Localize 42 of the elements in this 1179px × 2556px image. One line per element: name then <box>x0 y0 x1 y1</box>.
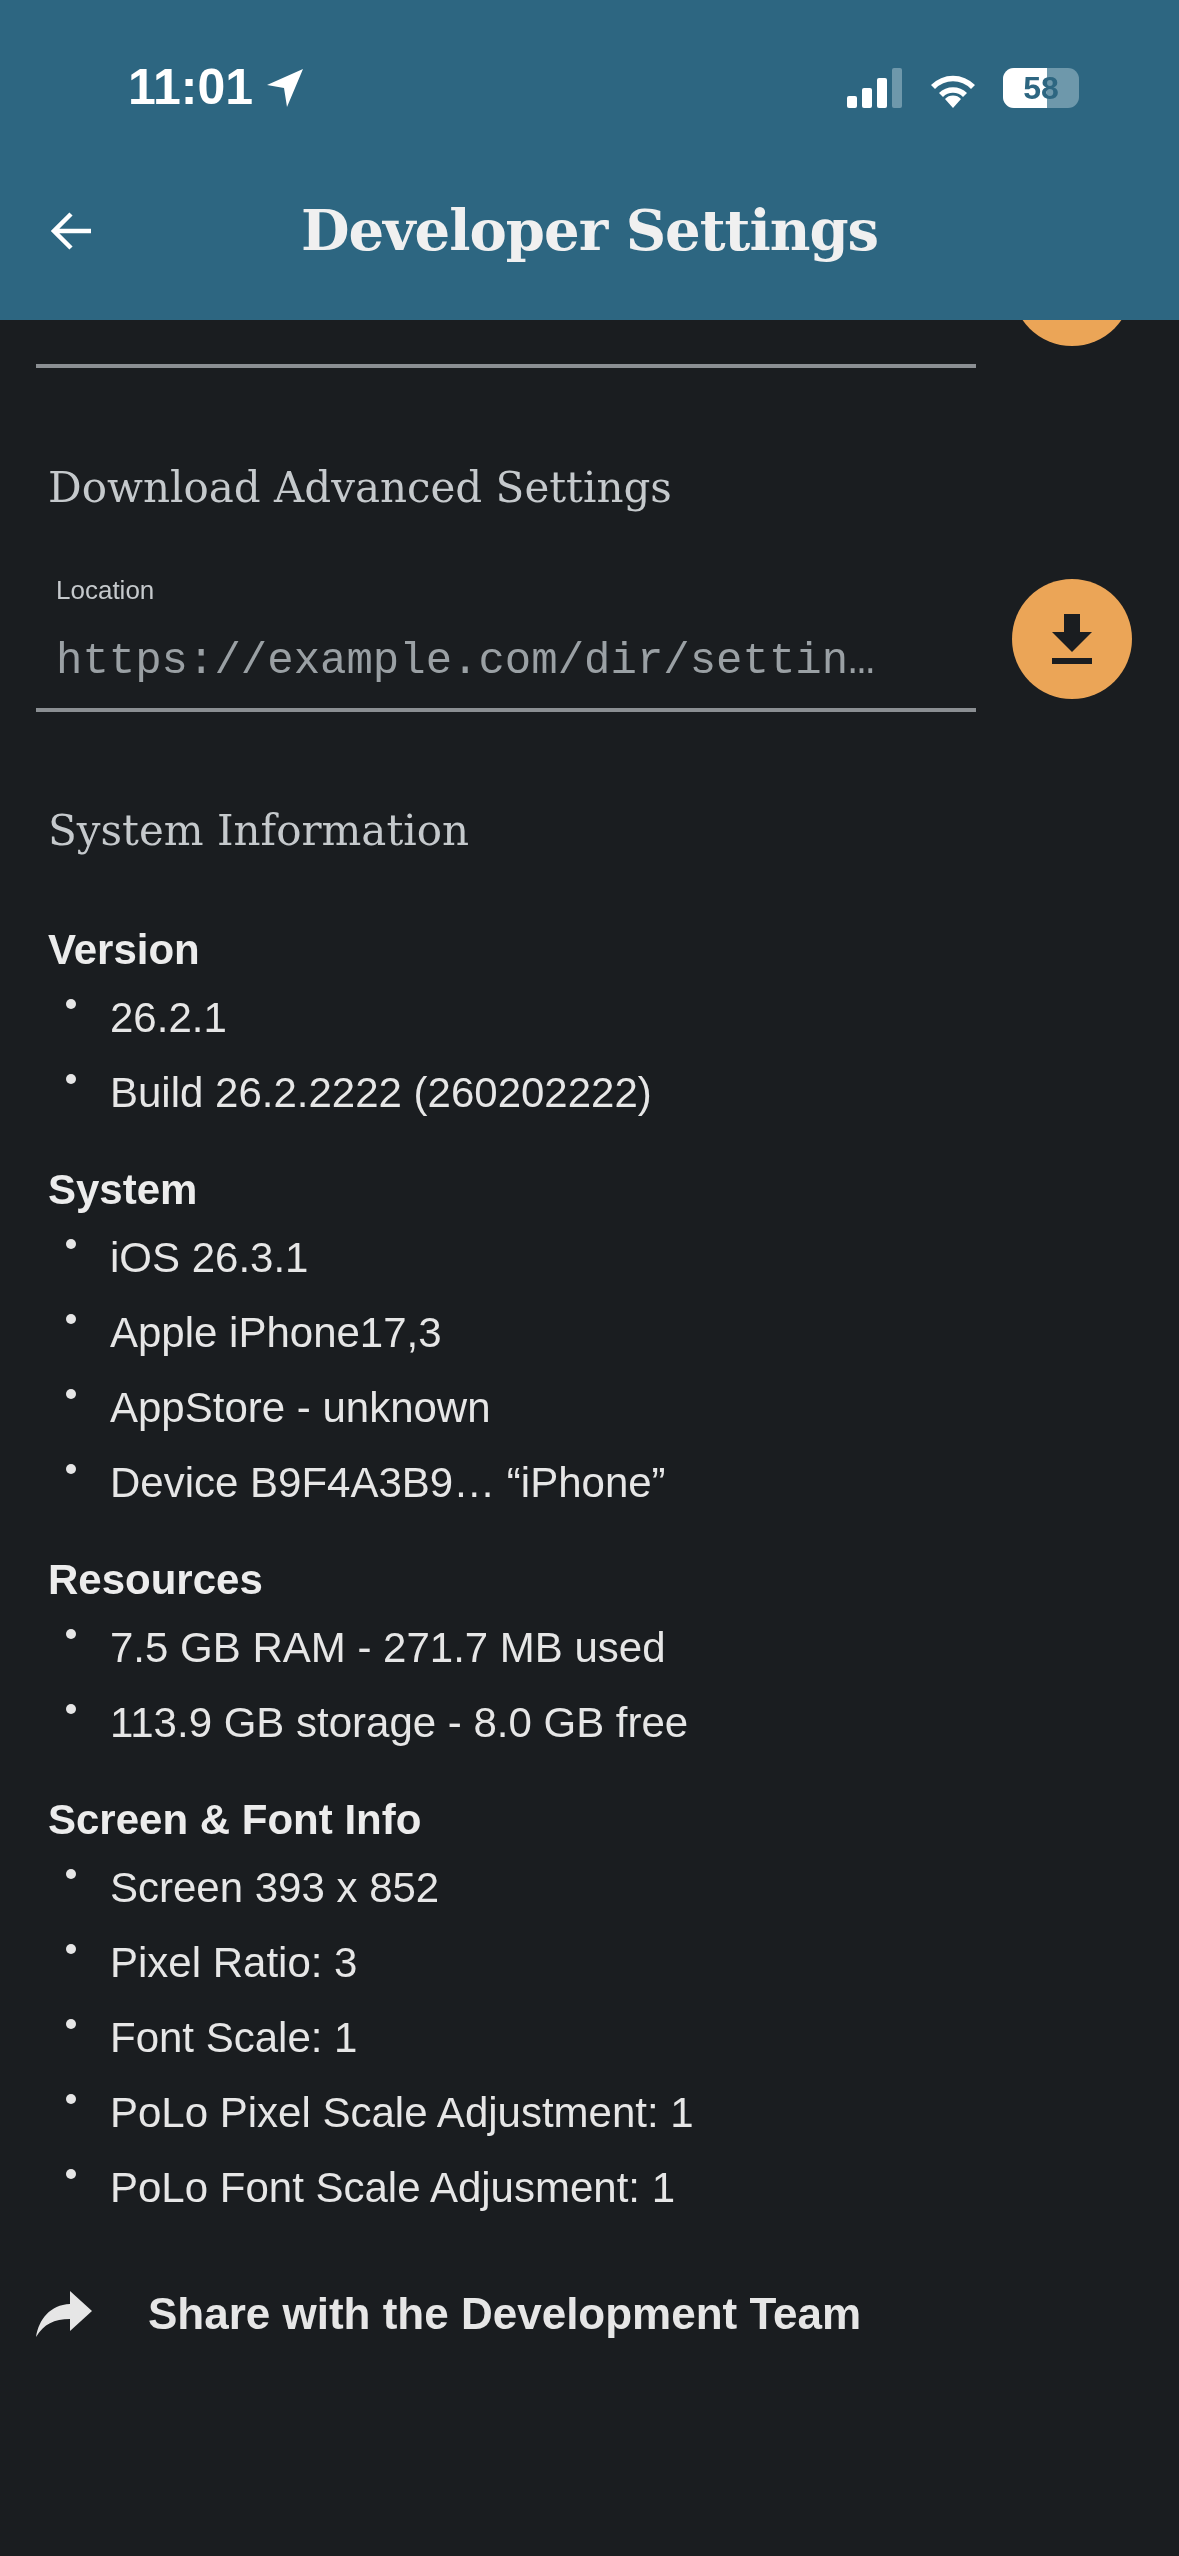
info-item: Device B9F4A3B9… “iPhone” <box>110 1458 666 1508</box>
location-field[interactable]: https://example.com/dir/settin… <box>56 628 956 694</box>
share-arrow-icon <box>36 2291 92 2337</box>
bullet-icon <box>66 1464 76 1474</box>
info-item: PoLo Pixel Scale Adjustment: 1 <box>110 2088 694 2138</box>
info-item: 7.5 GB RAM - 271.7 MB used <box>110 1623 666 1673</box>
bullet-icon <box>66 2169 76 2179</box>
page-title: Developer Settings <box>300 196 879 265</box>
bullet-icon <box>66 1239 76 1249</box>
info-item: Screen 393 x 852 <box>110 1863 440 1913</box>
bullet-icon <box>66 1074 76 1084</box>
group-heading: Screen & Font Info <box>48 1795 423 1845</box>
bullet-icon <box>66 999 76 1009</box>
info-item: iOS 26.3.1 <box>110 1233 309 1283</box>
status-time: 11:01 <box>128 58 254 117</box>
info-item: Font Scale: 1 <box>110 2013 358 2063</box>
info-item: Pixel Ratio: 3 <box>110 1938 358 1988</box>
info-item: 26.2.1 <box>110 993 227 1043</box>
bullet-icon <box>66 1629 76 1639</box>
location-arrow-icon <box>265 66 306 109</box>
group-heading: Resources <box>48 1555 264 1605</box>
bullet-icon <box>66 2019 76 2029</box>
bullet-icon <box>66 1314 76 1324</box>
section-heading: System Information <box>47 805 471 857</box>
download-icon <box>1050 613 1094 664</box>
section-heading: Download Advanced Settings <box>47 462 673 514</box>
bullet-icon <box>66 1704 76 1714</box>
field-label: Location <box>56 574 156 607</box>
bullet-icon <box>66 1869 76 1879</box>
share-button[interactable]: Share with the Development Team <box>36 2264 882 2364</box>
info-item: Build 26.2.2222 (260202222) <box>110 1068 652 1118</box>
back-arrow-icon <box>51 211 93 251</box>
signal-icon <box>847 67 903 108</box>
info-item: AppStore - unknown <box>110 1383 491 1433</box>
bullet-icon <box>66 1389 76 1399</box>
group-heading: System <box>48 1165 199 1215</box>
info-item: Apple iPhone17,3 <box>110 1308 442 1358</box>
info-item: PoLo Font Scale Adjusment: 1 <box>110 2163 675 2213</box>
bullet-icon <box>66 1944 76 1954</box>
info-item: 113.9 GB storage - 8.0 GB free <box>110 1698 689 1748</box>
bullet-icon <box>66 2094 76 2104</box>
group-heading: Version <box>48 925 201 975</box>
